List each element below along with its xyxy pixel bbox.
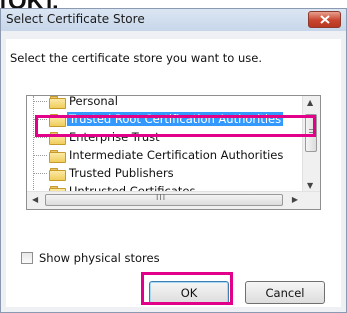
- tree-item-enterprise-trust[interactable]: Enterprise Trust: [27, 129, 297, 147]
- window-title: Select Certificate Store: [6, 12, 145, 26]
- show-physical-stores-checkbox[interactable]: [21, 252, 33, 264]
- folder-icon: [49, 168, 66, 181]
- tree-item-trusted-publishers[interactable]: Trusted Publishers: [27, 165, 297, 183]
- close-icon: [320, 15, 330, 24]
- tree-item-label: Personal: [69, 95, 118, 108]
- vertical-scrollbar[interactable]: ▲ ▼: [302, 96, 320, 192]
- folder-icon: [49, 150, 66, 163]
- select-certificate-store-dialog: Select Certificate Store Select the cert…: [0, 8, 347, 313]
- show-physical-stores-row[interactable]: Show physical stores: [21, 251, 160, 265]
- tree-connector: [33, 137, 47, 138]
- folder-icon: [49, 96, 66, 109]
- dialog-body: Select the certificate store you want to…: [6, 39, 341, 307]
- scrollbar-corner: [303, 192, 320, 209]
- tree-connector: [33, 101, 47, 102]
- tree-item-label: Intermediate Certification Authorities: [69, 148, 284, 162]
- ok-button[interactable]: OK: [149, 281, 229, 304]
- horizontal-scrollbar[interactable]: ◀ III ▶: [27, 191, 320, 209]
- grip-icon: III: [156, 193, 167, 202]
- tree-item-label: Enterprise Trust: [69, 130, 160, 144]
- tree-item-intermediate[interactable]: Intermediate Certification Authorities: [27, 147, 297, 165]
- close-button[interactable]: [308, 11, 341, 28]
- tree-item-trusted-root[interactable]: Trusted Root Certification Authorities: [27, 111, 297, 129]
- folder-icon: [49, 132, 66, 145]
- horizontal-scroll-thumb[interactable]: III: [45, 193, 283, 206]
- scroll-down-icon[interactable]: ▼: [307, 181, 313, 190]
- vertical-scroll-thumb[interactable]: [305, 114, 317, 152]
- tree-item-personal[interactable]: Personal: [27, 95, 297, 111]
- folder-icon: [49, 114, 66, 127]
- scroll-left-icon[interactable]: ◀: [32, 195, 38, 204]
- tree-item-label: Trusted Publishers: [69, 166, 174, 180]
- certificate-store-tree[interactable]: Personal Trusted Root Certification Auth…: [26, 95, 321, 210]
- instruction-text: Select the certificate store you want to…: [10, 51, 262, 65]
- tree-connector: [33, 155, 47, 156]
- title-bar[interactable]: Select Certificate Store: [1, 9, 346, 31]
- checkbox-label: Show physical stores: [39, 251, 160, 265]
- scroll-right-icon[interactable]: ▶: [292, 195, 298, 204]
- tree-connector: [33, 119, 47, 120]
- cancel-button[interactable]: Cancel: [245, 281, 325, 304]
- scroll-up-icon[interactable]: ▲: [307, 98, 313, 107]
- tree-connector: [33, 173, 47, 174]
- tree-item-label: Trusted Root Certification Authorities: [67, 112, 284, 126]
